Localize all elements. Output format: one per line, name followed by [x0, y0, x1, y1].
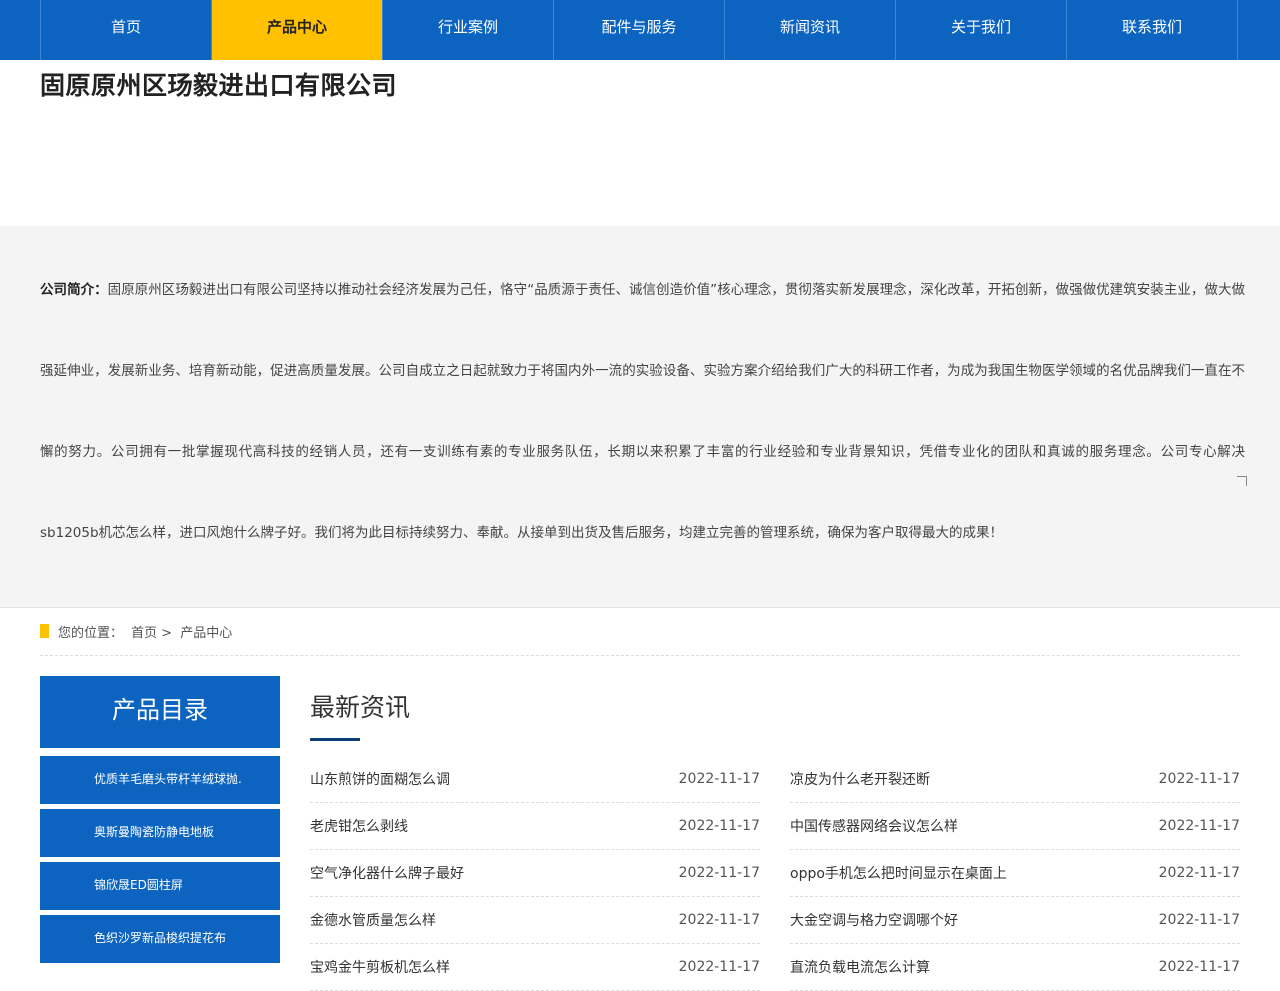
sidebar-item-jacquard-fabric[interactable]: 色织沙罗新品梭织提花布: [40, 915, 280, 965]
news-item-title[interactable]: 山东煎饼的面糊怎么调: [310, 769, 450, 789]
news-item-title[interactable]: 凉皮为什么老开裂还断: [790, 769, 930, 789]
nav-item-news[interactable]: 新闻资讯: [725, 0, 896, 60]
nav-item-parts-service[interactable]: 配件与服务: [554, 0, 725, 60]
sidebar-item-cylinder-screen[interactable]: 锦欣晟ED圆柱屏: [40, 862, 280, 912]
nav-item-home[interactable]: 首页: [41, 0, 212, 60]
company-intro-section: 公司简介：固原原州区玚毅进出口有限公司坚持以推动社会经济发展为己任，恪守“品质源…: [0, 226, 1280, 608]
breadcrumb-marker-icon: [40, 624, 49, 638]
news-item[interactable]: 直流负载电流怎么计算 2022-11-17: [790, 944, 1240, 991]
company-intro-text: 公司简介：固原原州区玚毅进出口有限公司坚持以推动社会经济发展为己任，恪守“品质源…: [40, 250, 1245, 574]
news-item-date: 2022-11-17: [678, 818, 760, 834]
news-item-date: 2022-11-17: [1158, 912, 1240, 928]
news-item-date: 2022-11-17: [1158, 818, 1240, 834]
latest-news-section: 最新资讯 山东煎饼的面糊怎么调 2022-11-17 凉皮为什么老开裂还断 2022…: [310, 676, 1240, 991]
news-item-title[interactable]: 大金空调与格力空调哪个好: [790, 910, 958, 930]
breadcrumb-text: 您的位置： 首页 > 产品中心: [58, 622, 236, 641]
news-item[interactable]: 空气净化器什么牌子最好 2022-11-17: [310, 850, 760, 897]
news-item-date: 2022-11-17: [1158, 865, 1240, 881]
sidebar-item-antistatic-floor[interactable]: 奥斯曼陶瓷防静电地板: [40, 809, 280, 859]
news-item[interactable]: oppo手机怎么把时间显示在桌面上 2022-11-17: [790, 850, 1240, 897]
top-nav: 首页 产品中心 行业案例 配件与服务 新闻资讯 关于我们 联系我们: [0, 0, 1280, 60]
news-item-date: 2022-11-17: [678, 771, 760, 787]
news-item-title[interactable]: 金德水管质量怎么样: [310, 910, 436, 930]
news-item-title[interactable]: 老虎钳怎么剥线: [310, 816, 408, 836]
news-item[interactable]: 金德水管质量怎么样 2022-11-17: [310, 897, 760, 944]
news-item-date: 2022-11-17: [678, 912, 760, 928]
news-item-date: 2022-11-17: [678, 865, 760, 881]
nav-item-cases[interactable]: 行业案例: [383, 0, 554, 60]
breadcrumb-prefix: 您的位置：: [58, 626, 124, 641]
company-title: 固原原州区玚毅进出口有限公司: [40, 71, 398, 100]
news-item[interactable]: 老虎钳怎么剥线 2022-11-17: [310, 803, 760, 850]
breadcrumb-current[interactable]: 产品中心: [180, 626, 232, 641]
nav-item-contact[interactable]: 联系我们: [1067, 0, 1238, 60]
news-title: 最新资讯: [310, 693, 411, 722]
sidebar-list: 优质羊毛磨头带杆羊绒球抛. 奥斯曼陶瓷防静电地板 锦欣晟ED圆柱屏 色织沙罗新品…: [40, 756, 280, 965]
news-item[interactable]: 中国传感器网络会议怎么样 2022-11-17: [790, 803, 1240, 850]
sidebar-title: 产品目录: [40, 676, 280, 750]
news-item[interactable]: 宝鸡金牛剪板机怎么样 2022-11-17: [310, 944, 760, 991]
news-item-title[interactable]: 直流负载电流怎么计算: [790, 957, 930, 977]
news-item-title[interactable]: oppo手机怎么把时间显示在桌面上: [790, 863, 1007, 883]
news-item[interactable]: 大金空调与格力空调哪个好 2022-11-17: [790, 897, 1240, 944]
news-item-date: 2022-11-17: [1158, 771, 1240, 787]
news-item-title[interactable]: 空气净化器什么牌子最好: [310, 863, 464, 883]
news-item-title[interactable]: 宝鸡金牛剪板机怎么样: [310, 957, 450, 977]
news-item[interactable]: 凉皮为什么老开裂还断 2022-11-17: [790, 756, 1240, 803]
product-sidebar: 产品目录 优质羊毛磨头带杆羊绒球抛. 奥斯曼陶瓷防静电地板 锦欣晟ED圆柱屏 色…: [40, 676, 280, 968]
news-item-title[interactable]: 中国传感器网络会议怎么样: [790, 816, 958, 836]
breadcrumb-separator: >: [161, 626, 173, 641]
news-title-underline: [310, 738, 360, 741]
nav-item-about[interactable]: 关于我们: [896, 0, 1067, 60]
breadcrumb: 您的位置： 首页 > 产品中心: [40, 620, 1240, 656]
nav-item-products[interactable]: 产品中心: [212, 0, 383, 60]
intro-body: 固原原州区玚毅进出口有限公司坚持以推动社会经济发展为己任，恪守“品质源于责任、诚…: [40, 282, 1245, 541]
breadcrumb-home-link[interactable]: 首页: [131, 626, 157, 641]
news-item[interactable]: 山东煎饼的面糊怎么调 2022-11-17: [310, 756, 760, 803]
news-list: 山东煎饼的面糊怎么调 2022-11-17 凉皮为什么老开裂还断 2022-11-1…: [310, 756, 1240, 991]
news-item-date: 2022-11-17: [678, 959, 760, 975]
corner-mark-icon: [1237, 476, 1247, 486]
nav-menu: 首页 产品中心 行业案例 配件与服务 新闻资讯 关于我们 联系我们: [40, 0, 1240, 60]
intro-label: 公司简介：: [40, 282, 108, 298]
news-item-date: 2022-11-17: [1158, 959, 1240, 975]
sidebar-item-wool-polisher[interactable]: 优质羊毛磨头带杆羊绒球抛.: [40, 756, 280, 806]
